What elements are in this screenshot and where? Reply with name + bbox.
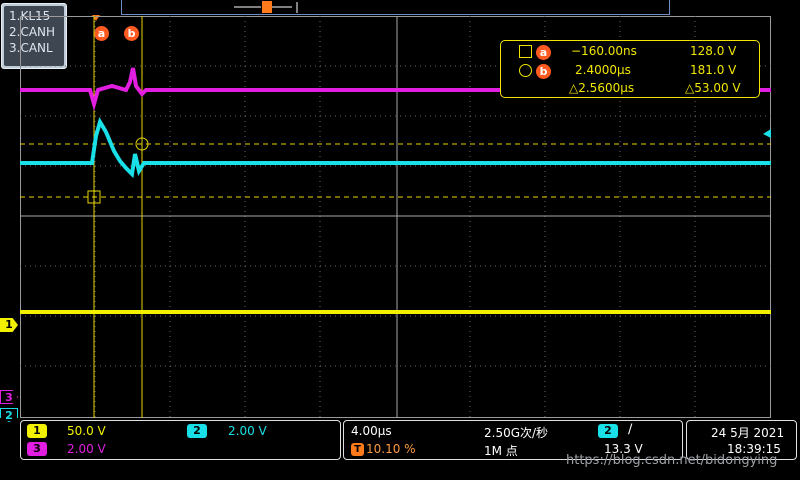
cursor-a-badge: a — [536, 45, 551, 60]
cursor-b-row: b 2.4000µs 181.0 V — [501, 62, 759, 79]
memory-depth: 1M 点 — [484, 444, 518, 458]
cursor-a-row: a −160.00ns 128.0 V — [501, 43, 759, 60]
cursor-b-volt: 181.0 V — [690, 63, 737, 77]
rising-edge-icon: ∕ — [628, 422, 633, 437]
cursor-readout-panel[interactable]: a −160.00ns 128.0 V b 2.4000µs 181.0 V △… — [500, 40, 760, 98]
ch3-scale: 2.00 V — [67, 442, 106, 456]
ch2-scale: 2.00 V — [228, 424, 267, 438]
cursor-delta-time: △2.5600µs — [569, 81, 635, 95]
trigger-position-icon: T — [351, 443, 364, 456]
ch3-chip[interactable]: 3 — [27, 442, 47, 456]
timebase-value: 4.00µs — [351, 424, 392, 438]
ch1-scale: 50.0 V — [67, 424, 106, 438]
cursor-a-time: −160.00ns — [571, 44, 637, 58]
sample-rate: 2.50G次/秒 — [484, 426, 549, 440]
ch2-chip[interactable]: 2 — [187, 424, 207, 438]
cursor-b-time: 2.4000µs — [575, 63, 631, 77]
ch3-ground-marker[interactable]: 3 — [0, 390, 18, 404]
watermark-text: https://blog.csdn.net/bidongying — [566, 453, 778, 468]
circle-icon — [519, 64, 532, 77]
cursor-delta-row: △2.5600µs △53.00 V — [501, 80, 759, 97]
ch2-ground-marker[interactable]: 2 — [0, 408, 18, 422]
trigger-level-marker — [763, 129, 771, 138]
cursor-b-badge: b — [536, 64, 551, 79]
cursor-delta-volt: △53.00 V — [685, 81, 741, 95]
channel-scale-panel[interactable]: 1 50.0 V 2 2.00 V 3 2.00 V — [20, 420, 341, 460]
cursor-a-volt: 128.0 V — [690, 44, 737, 58]
memory-position-bar — [121, 0, 670, 15]
trigger-position: 10.10 % — [366, 442, 416, 456]
trigger-channel-chip[interactable]: 2 — [598, 424, 618, 438]
square-icon — [519, 45, 532, 58]
ch1-chip[interactable]: 1 — [27, 424, 47, 438]
date-display: 24 5月 2021 — [711, 426, 785, 440]
ch1-ground-marker[interactable]: 1 — [0, 318, 18, 332]
